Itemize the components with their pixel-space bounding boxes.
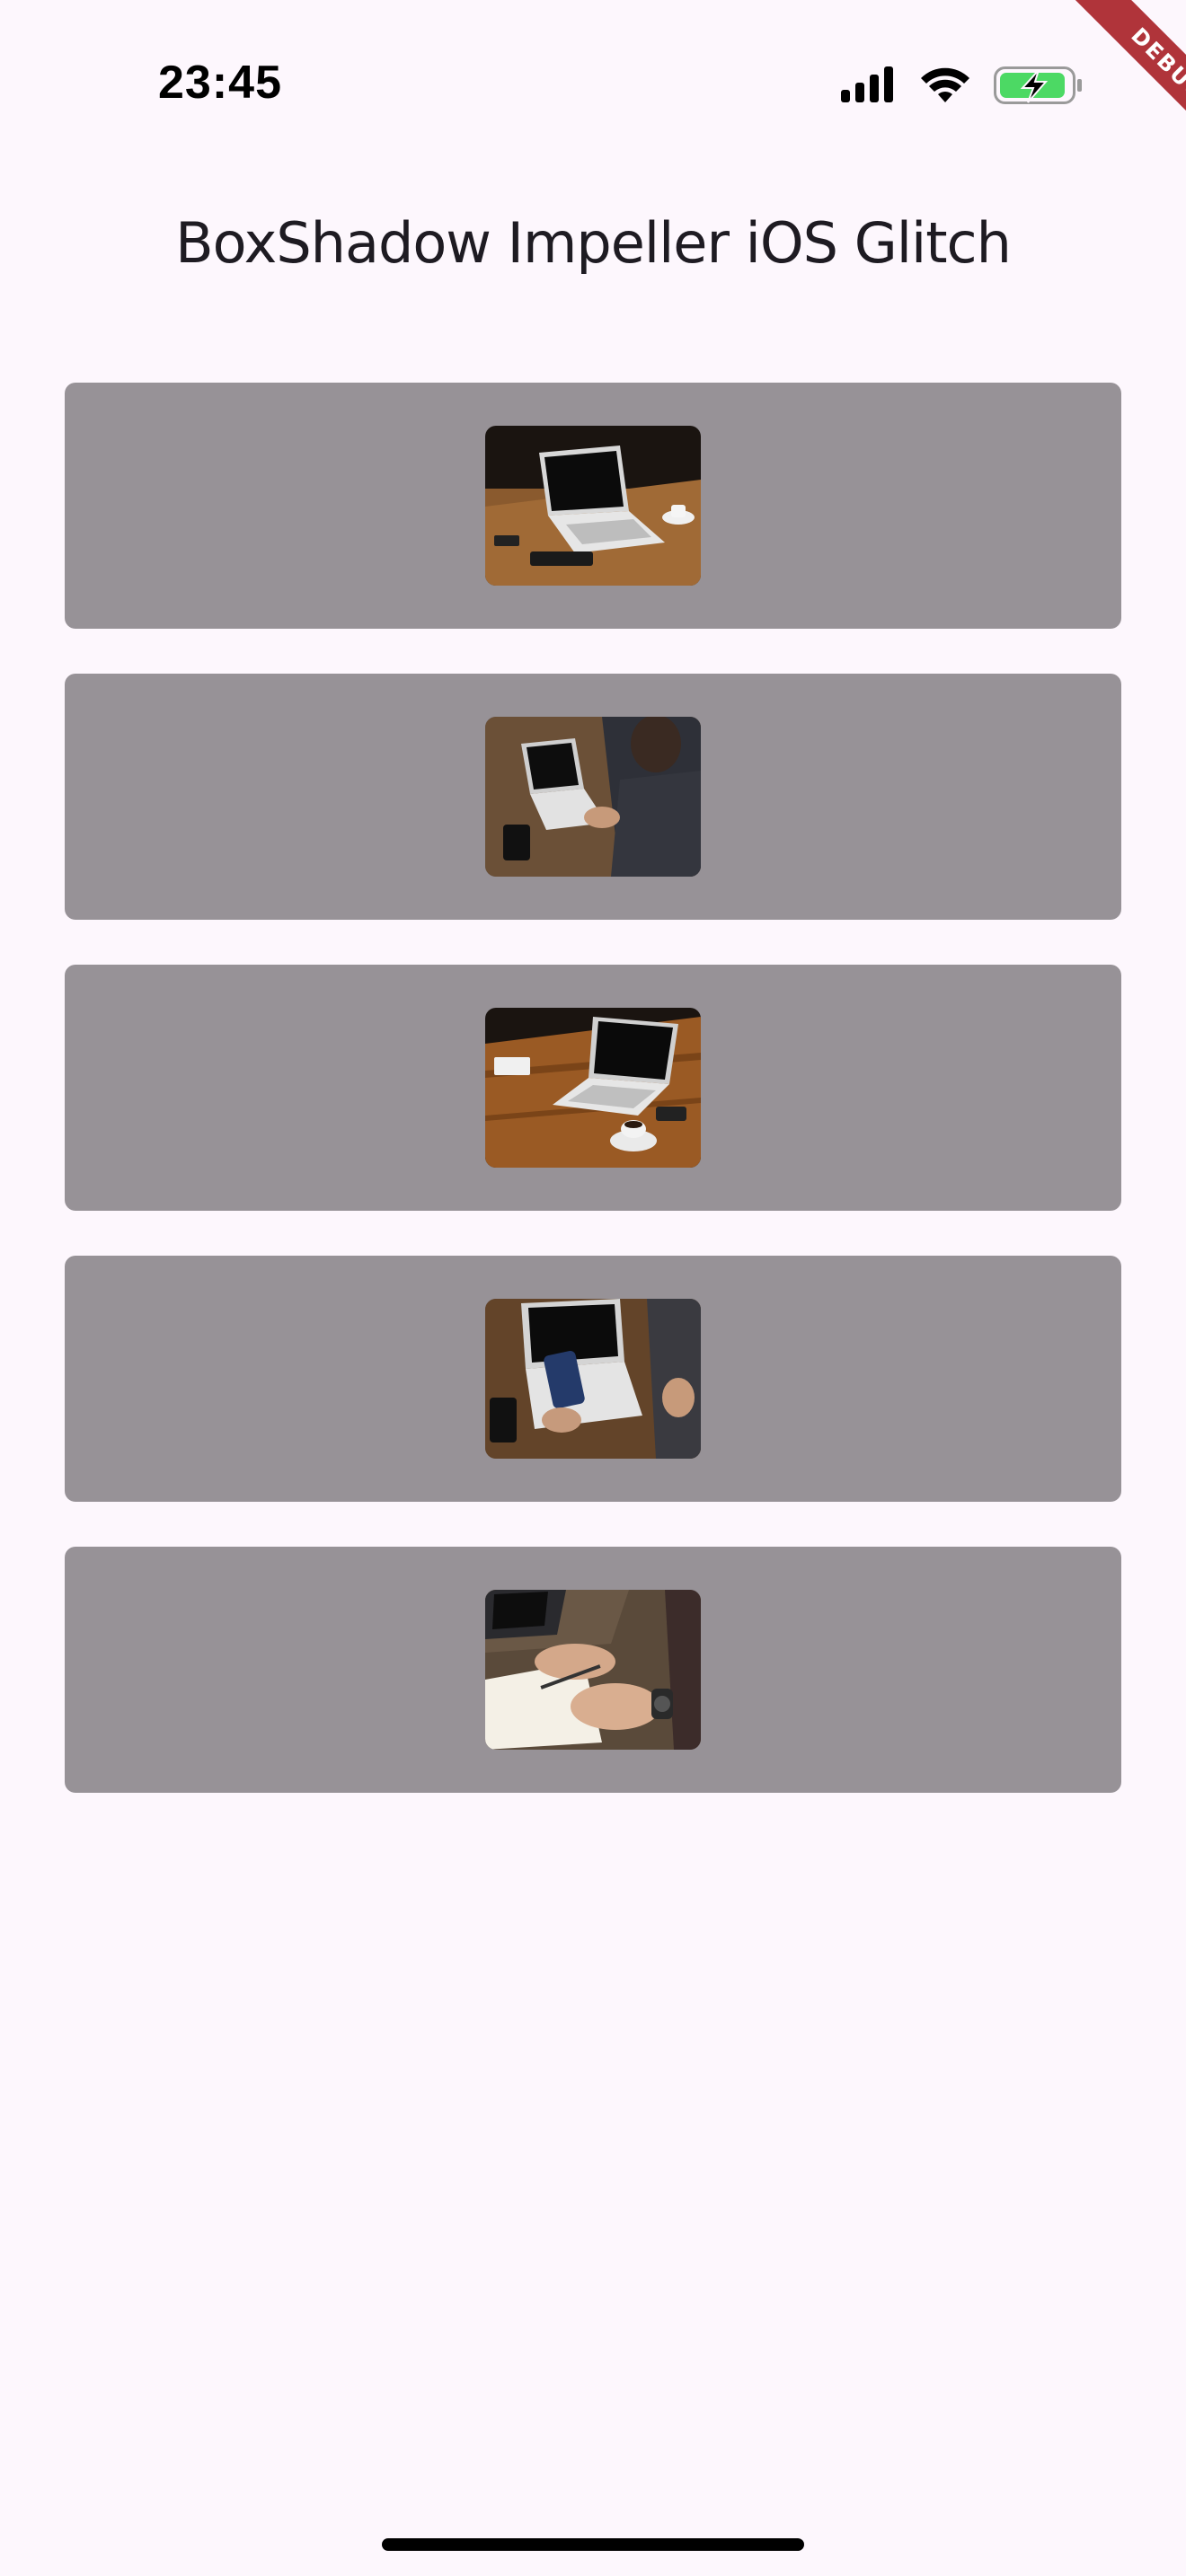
cellular-signal-icon [841,66,893,102]
app-title: BoxShadow Impeller iOS Glitch [175,210,1012,276]
wifi-icon [921,67,969,102]
hands-writing-in-notebook-with-watch-image [485,1590,701,1750]
debug-banner: DEBUG [988,0,1186,198]
card [65,674,1121,920]
debug-ribbon: DEBUG [1046,0,1186,187]
card-list [65,383,1121,1838]
status-time: 23:45 [158,57,282,109]
person-typing-on-laptop-image [485,717,701,877]
card [65,383,1121,629]
card [65,1256,1121,1502]
card [65,1547,1121,1793]
person-holding-phone-at-laptop-image [485,1299,701,1459]
laptop-on-wooden-desk-with-coffee-image [485,426,701,586]
laptop-with-coffee-cup-on-table-image [485,1008,701,1168]
home-indicator[interactable] [382,2538,804,2551]
card [65,965,1121,1211]
